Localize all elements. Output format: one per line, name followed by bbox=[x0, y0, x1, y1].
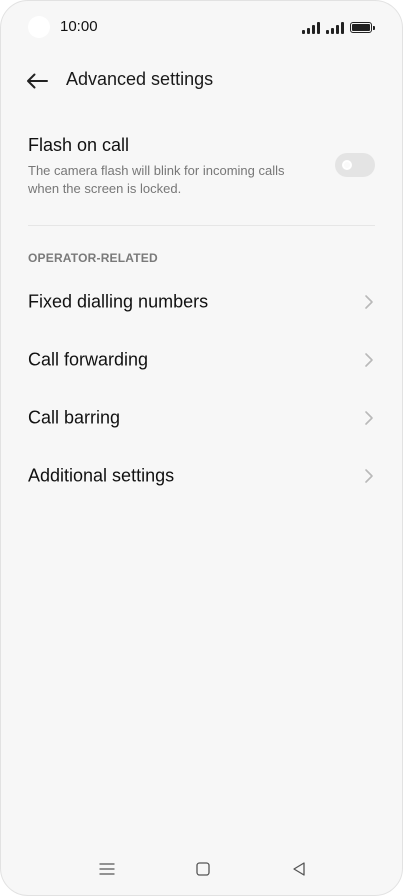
home-button[interactable] bbox=[191, 857, 215, 881]
back-button[interactable] bbox=[21, 65, 53, 97]
menu-item-label: Call barring bbox=[28, 407, 121, 428]
battery-icon bbox=[350, 22, 375, 33]
menu-item-call-barring[interactable]: Call barring bbox=[1, 389, 402, 447]
flash-on-call-description: The camera flash will blink for incoming… bbox=[28, 163, 285, 196]
chevron-right-icon bbox=[365, 353, 373, 367]
menu-item-call-forwarding[interactable]: Call forwarding bbox=[1, 331, 402, 389]
section-header-operator-related: OPERATOR-RELATED bbox=[28, 251, 158, 265]
system-back-button[interactable] bbox=[287, 857, 311, 881]
chevron-right-icon bbox=[365, 295, 373, 309]
app-header: Advanced settings bbox=[1, 59, 402, 103]
status-icons bbox=[302, 20, 375, 34]
chevron-right-icon bbox=[365, 411, 373, 425]
page-title: Advanced settings bbox=[66, 69, 214, 89]
flash-on-call-title: Flash on call bbox=[28, 135, 130, 155]
flash-on-call-setting[interactable]: Flash on call The camera flash will blin… bbox=[28, 131, 375, 201]
menu-icon bbox=[99, 863, 115, 875]
back-triangle-icon bbox=[293, 862, 305, 876]
signal-icon bbox=[326, 22, 344, 34]
phone-screen: 10:00 Advanced settings Flash on call Th… bbox=[0, 0, 403, 896]
system-nav-bar bbox=[1, 845, 402, 895]
menu-item-label: Fixed dialling numbers bbox=[28, 291, 209, 312]
chevron-right-icon bbox=[365, 469, 373, 483]
toggle-knob bbox=[342, 160, 352, 170]
menu-item-additional-settings[interactable]: Additional settings bbox=[1, 447, 402, 505]
menu-item-label: Call forwarding bbox=[28, 349, 149, 370]
home-icon bbox=[196, 862, 210, 876]
status-bar: 10:00 bbox=[1, 1, 402, 55]
menu-item-fixed-dialling-numbers[interactable]: Fixed dialling numbers bbox=[1, 273, 402, 331]
flash-on-call-toggle[interactable] bbox=[335, 153, 375, 177]
divider bbox=[28, 225, 375, 226]
signal-icon bbox=[302, 22, 320, 34]
front-camera-cutout bbox=[28, 16, 50, 38]
status-time: 10:00 bbox=[60, 18, 98, 35]
recent-apps-button[interactable] bbox=[95, 857, 119, 881]
arrow-left-icon bbox=[27, 73, 48, 89]
menu-item-label: Additional settings bbox=[28, 465, 175, 486]
